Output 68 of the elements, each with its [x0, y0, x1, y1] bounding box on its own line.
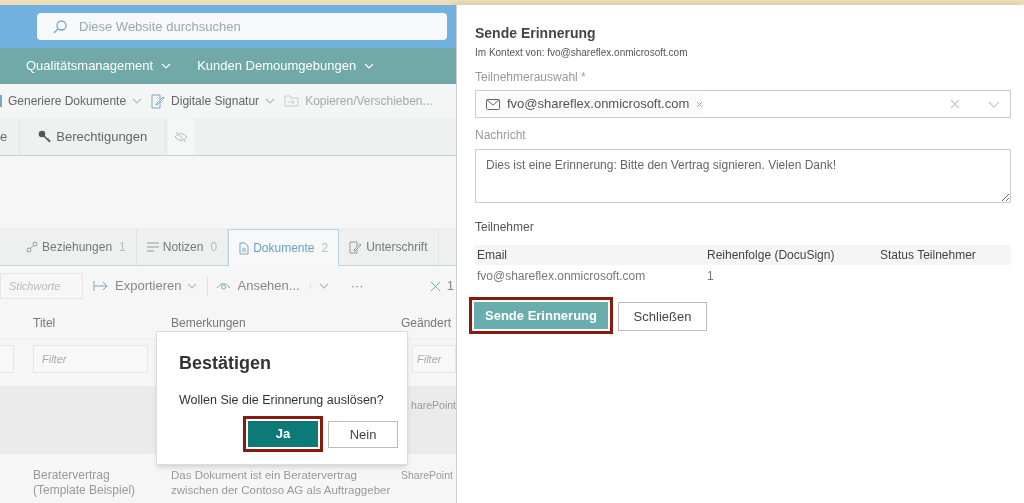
table-cell-text: Beratervertrag (Template Beispiel)	[33, 468, 137, 499]
column-header: Geändert	[401, 314, 453, 332]
chevron-down-icon	[318, 283, 329, 289]
column-header: Titel	[33, 314, 57, 332]
chevron-down-icon	[364, 63, 375, 69]
nav-menu-item[interactable]: Qualitätsmanagement	[26, 56, 172, 76]
table-cell: harePoint	[411, 398, 456, 413]
export-icon	[93, 281, 109, 291]
close-icon	[429, 280, 441, 292]
folder-arrow-icon	[284, 95, 300, 107]
mail-icon	[486, 98, 500, 110]
tab[interactable]: Unterschrift	[339, 229, 439, 265]
participant-picker[interactable]: fvo@shareflex.onmicrosoft.com	[475, 90, 1011, 118]
panel-title: Sende Erinnerung	[475, 24, 597, 43]
ribbon-button[interactable]: Berechtigungen	[20, 118, 167, 155]
column-header: Status Teilnehmer	[878, 245, 1011, 265]
column-header: Bemerkungen	[171, 314, 247, 332]
hide-button[interactable]	[168, 118, 195, 155]
toolbar-button[interactable]: Generiere Dokumente	[0, 92, 143, 110]
chevron-down-icon[interactable]	[988, 100, 1000, 108]
more-button[interactable]: ···	[350, 276, 364, 296]
filter-field[interactable]: Filter	[33, 345, 148, 373]
nav-menu-item[interactable]: Kunden Demoumgebungen	[197, 56, 375, 76]
message-field[interactable]: Dies ist eine Erinnerung: Bitte den Vertrag signieren. Vielen Dank!	[475, 149, 1011, 203]
required-marker: *	[581, 70, 586, 84]
column-header: Email	[475, 245, 705, 265]
dialog-title: Bestätigen	[179, 352, 272, 375]
clear-selection-button[interactable]: 1	[429, 276, 456, 296]
column-header: Reihenfolge (DocuSign)	[705, 245, 878, 265]
lines-icon	[146, 242, 159, 252]
recipient-chip[interactable]: fvo@shareflex.onmicrosoft.com	[486, 94, 704, 114]
clear-icon[interactable]	[950, 99, 960, 109]
chevron-down-icon	[161, 63, 172, 69]
cancel-button[interactable]: Schließen	[618, 302, 707, 331]
keyword-field[interactable]: Stichworte	[0, 273, 83, 299]
link-icon	[26, 241, 38, 253]
eye-icon	[216, 281, 232, 291]
chevron-down-icon	[132, 98, 143, 104]
search-icon	[53, 19, 67, 34]
chevron-down-icon	[265, 98, 276, 104]
confirm-button[interactable]: Ja	[248, 420, 318, 447]
table-cell-text: Das Dokument ist ein Beratervertrag zwischen der Contoso AG als Auftraggeber	[171, 468, 392, 498]
chevron-down-icon	[187, 283, 198, 289]
remove-icon[interactable]	[696, 100, 704, 108]
tab[interactable]: Dokumente 2	[228, 229, 340, 266]
table-cell-text: 1	[706, 268, 715, 285]
dialog-message: Wollen Sie die Erinnerung auslösen?	[179, 392, 384, 409]
edit-document-icon	[151, 93, 166, 109]
filter-field[interactable]: Filter	[412, 345, 456, 373]
toolbar-marker-icon	[0, 95, 2, 107]
table-cell-text: fvo@shareflex.onmicrosoft.com	[476, 268, 647, 285]
document-icon	[239, 241, 250, 255]
search-field[interactable]: Diese Website durchsuchen	[37, 13, 447, 40]
table-cell: SharePoint	[401, 468, 453, 483]
field-label: Nachricht	[475, 127, 527, 144]
cancel-button[interactable]: Nein	[328, 420, 398, 448]
confirm-button[interactable]: Sende Erinnerung	[474, 302, 608, 329]
ribbon-button[interactable]: e	[0, 118, 21, 155]
context-text: Im Kontext von: fvo@shareflex.onmicrosoft.com	[475, 46, 689, 60]
view-button[interactable]: Ansehen...	[207, 276, 300, 296]
field-label: Teilnehmerauswahl *	[475, 69, 587, 86]
edit-document-icon	[349, 240, 363, 254]
export-button[interactable]: Exportieren	[93, 276, 198, 296]
eye-off-icon	[174, 130, 189, 143]
view-dropdown-button[interactable]	[309, 283, 329, 289]
toolbar-button[interactable]: Digitale Signatur	[151, 92, 276, 110]
key-icon	[38, 130, 52, 143]
section-heading: Teilnehmer	[475, 219, 535, 236]
